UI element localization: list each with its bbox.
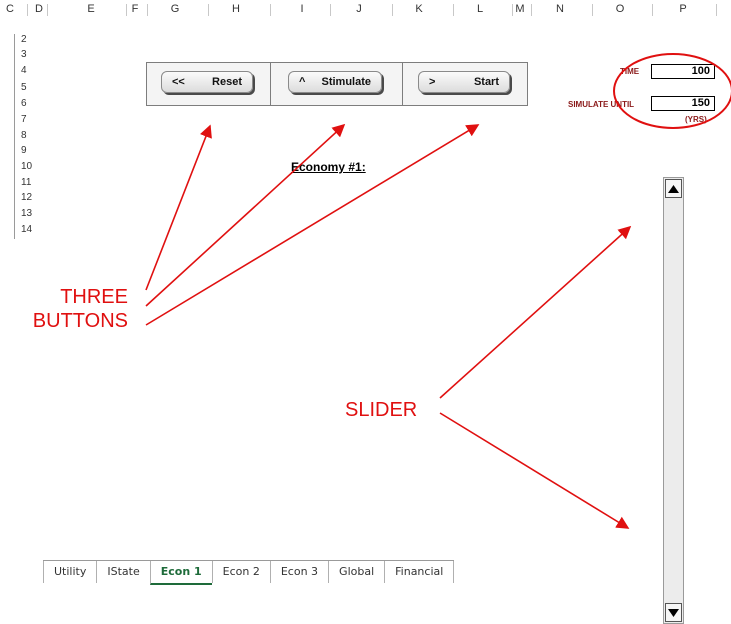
column-header[interactable]: H	[229, 3, 243, 15]
column-separator	[716, 4, 717, 16]
simulate-until-field[interactable]: 150	[651, 96, 715, 111]
simulate-until-label: SIMULATE UNTIL	[568, 100, 635, 109]
vertical-slider[interactable]	[663, 177, 684, 624]
time-field[interactable]: 100	[651, 64, 715, 79]
three-buttons-annotation: THREE BUTTONS	[32, 286, 128, 332]
scroll-down-button[interactable]	[665, 603, 682, 622]
column-separator	[126, 4, 127, 16]
column-separator	[453, 4, 454, 16]
column-header[interactable]: C	[3, 3, 17, 15]
time-label: TIME	[620, 67, 640, 76]
tab-istate[interactable]: IState	[96, 561, 149, 583]
arrow-to-slider-top	[439, 225, 632, 399]
stimulate-button[interactable]: ^ Stimulate	[288, 71, 382, 93]
column-header[interactable]: L	[473, 3, 487, 15]
arrow-down-icon	[668, 608, 679, 617]
column-header-bar: C D E F G H I J K L M N O P	[0, 0, 731, 20]
arrow-to-slider-bottom	[439, 412, 630, 529]
column-separator	[147, 4, 148, 16]
column-header[interactable]: E	[84, 3, 98, 15]
tab-utility[interactable]: Utility	[43, 561, 96, 583]
tab-econ-1[interactable]: Econ 1	[149, 561, 212, 585]
start-button[interactable]: > Start	[418, 71, 510, 93]
stimulate-label: Stimulate	[321, 76, 371, 88]
start-label: Start	[473, 76, 499, 88]
scroll-up-button[interactable]	[665, 179, 682, 198]
row-number[interactable]: 13	[21, 208, 32, 219]
row-number[interactable]: 12	[21, 192, 32, 203]
row-number[interactable]: 3	[21, 49, 27, 60]
column-separator	[330, 4, 331, 16]
reset-label: Reset	[212, 76, 242, 88]
caret-up-icon: ^	[299, 76, 306, 88]
row-header-bar: 2 3 4 5 6 7 8 9 10 11 12 13 14	[14, 34, 37, 239]
tab-global[interactable]: Global	[328, 561, 384, 583]
tab-econ-2[interactable]: Econ 2	[211, 561, 270, 583]
tab-financial[interactable]: Financial	[384, 561, 455, 583]
column-header[interactable]: N	[553, 3, 567, 15]
column-separator	[531, 4, 532, 16]
units-label: (YRS)	[685, 115, 707, 124]
row-number[interactable]: 10	[21, 161, 32, 172]
column-header[interactable]: P	[676, 3, 690, 15]
row-number[interactable]: 6	[21, 98, 27, 109]
column-header[interactable]: I	[295, 3, 309, 15]
reset-button[interactable]: << Reset	[161, 71, 253, 93]
row-number[interactable]: 5	[21, 82, 27, 93]
column-separator	[652, 4, 653, 16]
column-separator	[392, 4, 393, 16]
tab-econ-3[interactable]: Econ 3	[269, 561, 328, 583]
row-number[interactable]: 14	[21, 224, 32, 235]
row-number[interactable]: 2	[21, 34, 27, 45]
column-header[interactable]: J	[352, 3, 366, 15]
column-separator	[592, 4, 593, 16]
economy-title: Economy #1:	[291, 160, 366, 174]
column-separator	[270, 4, 271, 16]
arrow-to-start	[145, 124, 480, 326]
row-number[interactable]: 7	[21, 114, 27, 125]
slider-annotation: SLIDER	[345, 399, 418, 421]
arrow-to-stimulate	[145, 123, 346, 307]
column-separator	[47, 4, 48, 16]
column-separator	[27, 4, 28, 16]
arrow-to-reset	[145, 124, 212, 291]
row-number[interactable]: 4	[21, 65, 27, 76]
column-header[interactable]: G	[168, 3, 182, 15]
row-number[interactable]: 9	[21, 145, 27, 156]
column-header[interactable]: F	[128, 3, 142, 15]
rewind-icon: <<	[172, 76, 185, 88]
sheet-tabs: Utility IState Econ 1 Econ 2 Econ 3 Glob…	[43, 560, 455, 585]
row-number[interactable]: 11	[21, 177, 31, 188]
play-icon: >	[429, 76, 436, 88]
row-number[interactable]: 8	[21, 130, 27, 141]
column-separator	[208, 4, 209, 16]
column-header[interactable]: D	[32, 3, 46, 15]
column-header[interactable]: M	[513, 3, 527, 15]
column-header[interactable]: O	[613, 3, 627, 15]
arrow-up-icon	[668, 184, 679, 193]
column-header[interactable]: K	[412, 3, 426, 15]
